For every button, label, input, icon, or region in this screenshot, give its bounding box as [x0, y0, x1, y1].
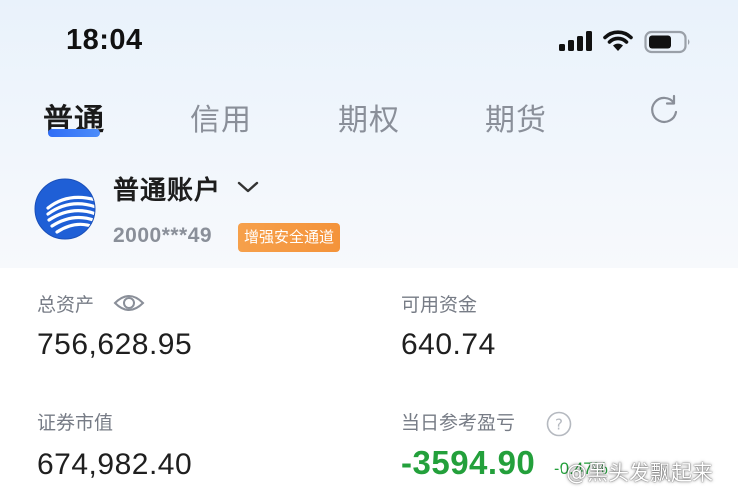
watermark-text: @黑头发飘起来 — [566, 461, 713, 485]
watermark: @黑头发飘起来 — [534, 454, 713, 490]
chevron-down-icon[interactable] — [236, 178, 260, 196]
battery-icon — [644, 30, 690, 54]
refresh-icon[interactable] — [647, 93, 681, 127]
tab-options[interactable]: 期权 — [338, 95, 400, 139]
security-channel-badge[interactable]: 增强安全通道 — [238, 223, 341, 252]
total-assets-label: 总资产 — [37, 294, 95, 316]
account-name[interactable]: 普通账户 — [113, 170, 221, 207]
wifi-icon — [603, 30, 633, 51]
svg-text:?: ? — [555, 416, 563, 434]
daily-pnl-value: -3594.90 — [401, 444, 536, 481]
daily-pnl-label: 当日参考盈亏 — [401, 412, 516, 434]
account-number: 2000***49 — [113, 224, 213, 247]
total-assets-value: 756,628.95 — [37, 328, 193, 361]
broker-logo — [34, 178, 96, 240]
available-funds-value: 640.74 — [401, 328, 496, 361]
watermark-logo-icon — [534, 458, 562, 486]
help-icon[interactable]: ? — [546, 411, 572, 437]
signal-icon — [559, 31, 592, 51]
tab-credit[interactable]: 信用 — [190, 95, 252, 139]
status-bar: 18:04 — [0, 0, 738, 80]
eye-icon[interactable] — [113, 290, 145, 316]
tab-futures[interactable]: 期货 — [485, 95, 547, 139]
market-value-value: 674,982.40 — [37, 448, 193, 481]
status-time: 18:04 — [66, 24, 143, 56]
market-value-label: 证券市值 — [37, 412, 114, 434]
active-tab-indicator — [48, 129, 100, 137]
available-funds-label: 可用资金 — [401, 294, 478, 316]
account-type-tabs: 普通 信用 期权 期货 — [0, 95, 738, 145]
